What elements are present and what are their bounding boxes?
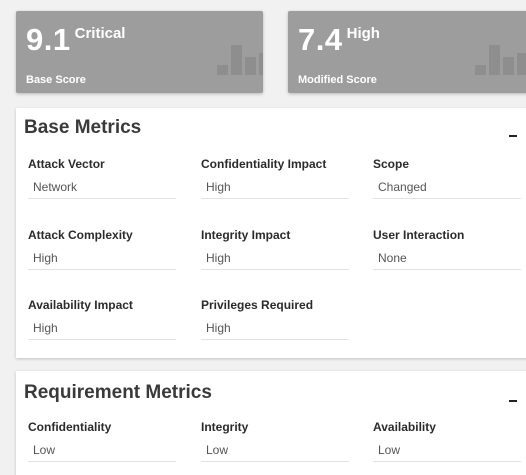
metric-label: Confidentiality Impact — [201, 157, 327, 171]
metric-availability-requirement: Availability Low — [373, 418, 521, 462]
metric-label: Confidentiality — [28, 420, 112, 434]
metric-label: Scope — [373, 157, 410, 171]
modified-score-label: Modified Score — [298, 74, 377, 86]
metric-value-select[interactable]: None — [373, 251, 521, 270]
metric-label: Integrity Impact — [201, 228, 291, 242]
metric-value-select[interactable]: Low — [28, 443, 176, 462]
metric-value-select[interactable]: High — [201, 251, 349, 270]
metric-value-select[interactable]: High — [201, 180, 349, 199]
base-metrics-panel: Base Metrics Attack Vector Network Confi… — [16, 108, 526, 358]
metric-user-interaction: User Interaction None — [373, 226, 521, 270]
base-score-card: 9.1 Critical Base Score — [16, 11, 263, 93]
base-score-severity: Critical — [74, 25, 126, 42]
metric-label: User Interaction — [373, 228, 465, 242]
metric-integrity-impact: Integrity Impact High — [201, 226, 349, 270]
requirement-metrics-panel: Requirement Metrics Confidentiality Low … — [16, 371, 526, 475]
metric-value-select[interactable]: High — [201, 321, 349, 340]
base-score-value: 9.1 — [26, 22, 71, 57]
metric-scope: Scope Changed — [373, 155, 521, 199]
metric-value-select[interactable]: High — [28, 251, 176, 270]
metric-label: Privileges Required — [201, 298, 314, 312]
collapse-requirement-metrics-button[interactable] — [507, 385, 521, 405]
bar-chart-icon — [475, 45, 526, 75]
metric-label: Attack Vector — [28, 157, 105, 171]
metric-value-select[interactable]: Changed — [373, 180, 521, 199]
metric-availability-impact: Availability Impact High — [28, 296, 176, 340]
metric-attack-complexity: Attack Complexity High — [28, 226, 176, 270]
metric-label: Integrity — [201, 420, 249, 434]
metric-integrity-requirement: Integrity Low — [201, 418, 349, 462]
metric-label: Availability Impact — [28, 298, 133, 312]
modified-score-head: 7.4 High — [298, 23, 380, 57]
metric-privileges-required: Privileges Required High — [201, 296, 349, 340]
metric-label: Attack Complexity — [28, 228, 133, 242]
metric-label: Availability — [373, 420, 436, 434]
modified-score-severity: High — [346, 25, 380, 42]
bar-chart-icon — [217, 45, 263, 75]
modified-score-card: 7.4 High Modified Score — [288, 11, 526, 93]
metric-value-select[interactable]: High — [28, 321, 176, 340]
metric-value-select[interactable]: Low — [373, 443, 521, 462]
base-metrics-title: Base Metrics — [24, 117, 142, 138]
metric-value-select[interactable]: Low — [201, 443, 349, 462]
metric-value-select[interactable]: Network — [28, 180, 176, 199]
base-score-label: Base Score — [26, 74, 86, 86]
collapse-base-metrics-button[interactable] — [507, 120, 521, 140]
metric-confidentiality-requirement: Confidentiality Low — [28, 418, 176, 462]
modified-score-value: 7.4 — [298, 22, 343, 57]
metric-attack-vector: Attack Vector Network — [28, 155, 176, 199]
base-score-head: 9.1 Critical — [26, 23, 125, 57]
metric-confidentiality-impact: Confidentiality Impact High — [201, 155, 349, 199]
requirement-metrics-title: Requirement Metrics — [24, 382, 212, 403]
